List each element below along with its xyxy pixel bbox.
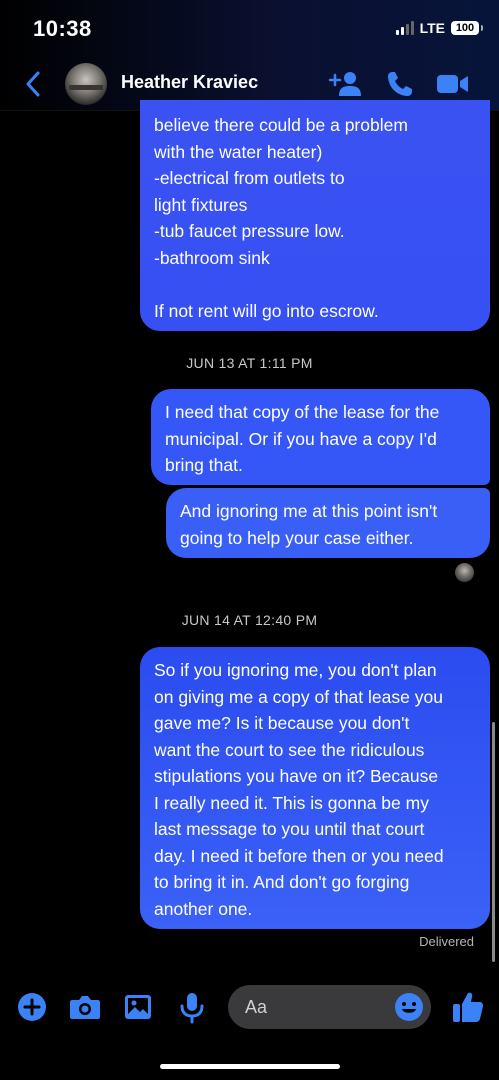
phone-icon[interactable]: [386, 70, 414, 98]
messenger-screen: 10:38 LTE 100 Heather Kraviec believe th…: [0, 0, 499, 1080]
message-bubble[interactable]: I need that copy of the lease for the mu…: [151, 389, 490, 485]
gallery-icon[interactable]: [123, 992, 153, 1022]
plus-icon[interactable]: [17, 992, 47, 1022]
add-person-icon[interactable]: [328, 70, 364, 98]
mic-icon[interactable]: [179, 992, 205, 1024]
like-icon[interactable]: [452, 990, 484, 1024]
status-time: 10:38: [33, 16, 92, 41]
read-receipt-avatar: [455, 563, 474, 582]
scrollbar[interactable]: [492, 722, 495, 962]
message-composer: [0, 980, 499, 1036]
message-bubble[interactable]: believe there could be a problem with th…: [140, 100, 490, 331]
signal-icon: [395, 21, 414, 35]
contact-name[interactable]: Heather Kraviec: [121, 72, 258, 93]
battery-icon: 100: [451, 21, 483, 35]
message-bubble[interactable]: And ignoring me at this point isn't goin…: [166, 488, 490, 558]
message-timestamp: JUN 13 AT 1:11 PM: [186, 355, 313, 371]
emoji-icon[interactable]: [394, 992, 424, 1022]
status-bar: 10:38 LTE 100: [0, 0, 499, 58]
message-bubble[interactable]: So if you ignoring me, you don't plan on…: [140, 647, 490, 929]
camera-icon[interactable]: [69, 992, 101, 1022]
message-timestamp: JUN 14 AT 12:40 PM: [181, 612, 318, 628]
status-indicators: LTE 100: [395, 20, 483, 36]
back-icon[interactable]: [22, 70, 46, 98]
home-indicator[interactable]: [160, 1064, 340, 1069]
network-label: LTE: [419, 20, 445, 36]
video-icon[interactable]: [436, 70, 470, 98]
delivery-status: Delivered: [419, 934, 474, 949]
contact-avatar[interactable]: [65, 63, 107, 105]
battery-level: 100: [455, 22, 475, 34]
